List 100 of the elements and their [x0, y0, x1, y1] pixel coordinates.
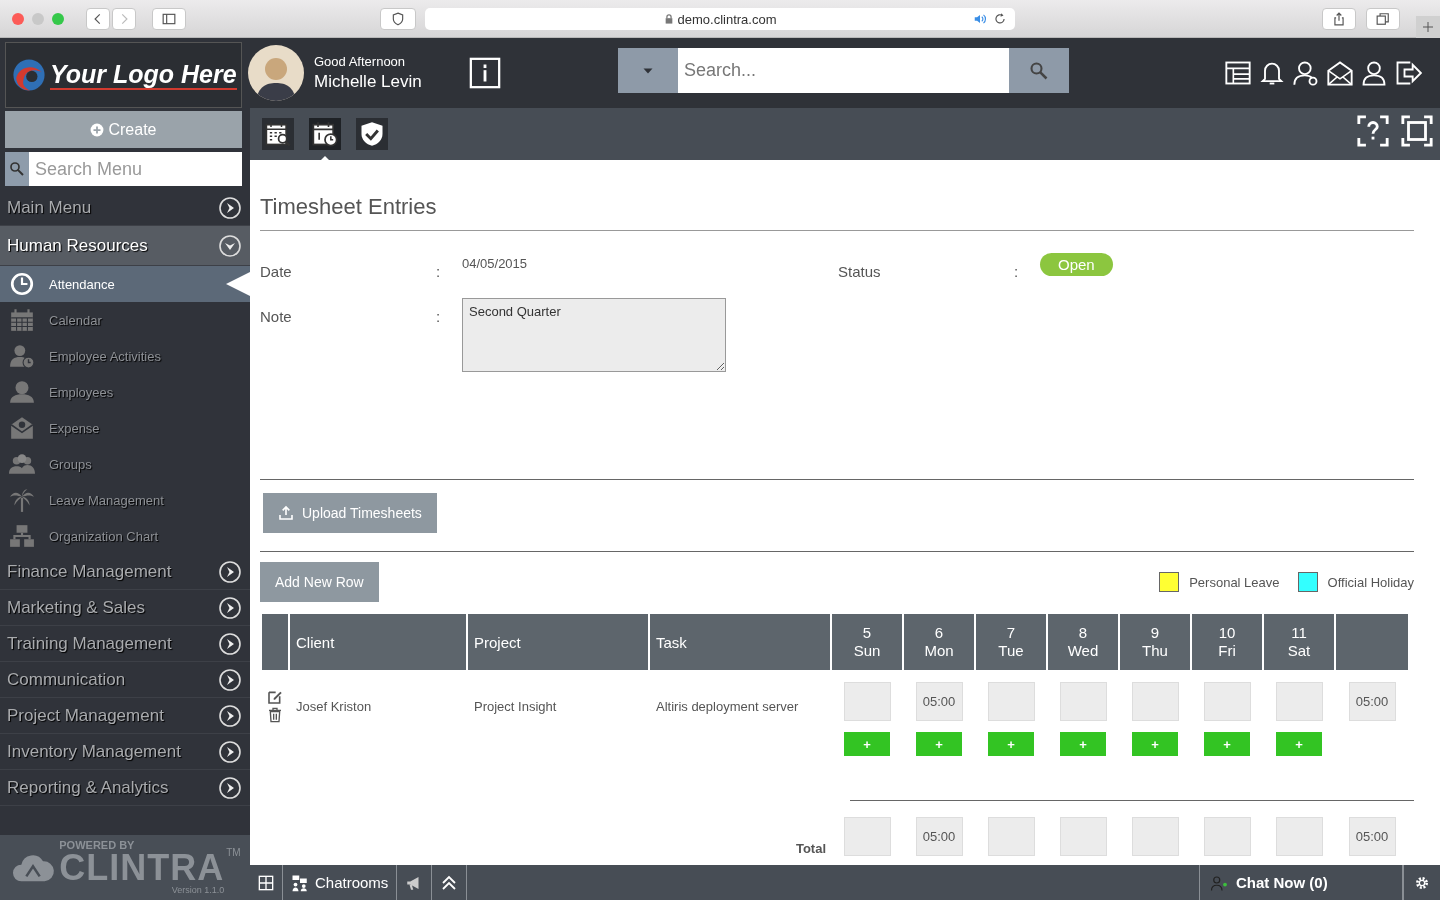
- close-window-button[interactable]: [12, 12, 24, 25]
- hours-field[interactable]: [1059, 682, 1107, 721]
- menu-section[interactable]: Training Management: [0, 626, 250, 662]
- menu-item[interactable]: Leave Management: [0, 482, 250, 518]
- menu-item[interactable]: Calendar: [0, 302, 250, 338]
- total-field[interactable]: [1275, 817, 1323, 856]
- palm-icon: [9, 487, 35, 513]
- avatar: [248, 45, 304, 101]
- field-separator: :: [1014, 262, 1020, 280]
- person-clock-icon: [9, 343, 35, 369]
- chat-people-icon: [291, 873, 309, 892]
- hours-field[interactable]: [1131, 682, 1179, 721]
- menu-item[interactable]: Employee Activities: [0, 338, 250, 374]
- grand-total-field: 05:00: [1348, 817, 1396, 856]
- note-field[interactable]: Second Quarter: [462, 298, 726, 372]
- upload-icon: [278, 505, 294, 521]
- column-header: Client: [290, 614, 466, 670]
- field-separator: :: [436, 307, 442, 327]
- day-header: 9 Thu: [1120, 614, 1190, 670]
- hours-field[interactable]: 05:00: [915, 682, 963, 721]
- chat-now-button[interactable]: Chat Now (0): [1199, 865, 1403, 900]
- upload-timesheets-button[interactable]: Upload Timesheets: [263, 493, 437, 533]
- toolbar-tab[interactable]: [262, 118, 294, 150]
- menu-search-field[interactable]: Search Menu: [29, 152, 242, 186]
- header-cell: [1336, 614, 1408, 670]
- menu-item[interactable]: Groups: [0, 446, 250, 482]
- field-separator: :: [436, 262, 442, 280]
- tabs-button[interactable]: [1366, 8, 1400, 30]
- fullscreen-icon[interactable]: [1400, 114, 1434, 148]
- menu-section[interactable]: Communication: [0, 662, 250, 698]
- total-field[interactable]: [987, 817, 1035, 856]
- menu-section[interactable]: Human Resources: [0, 226, 250, 266]
- toolbar-tab[interactable]: [356, 118, 388, 150]
- trash-icon[interactable]: [267, 707, 283, 723]
- menu-section[interactable]: Marketing & Sales: [0, 590, 250, 626]
- privacy-button[interactable]: [380, 8, 416, 30]
- clock-icon: [9, 271, 35, 297]
- menu-section[interactable]: Finance Management: [0, 554, 250, 590]
- day-header: 11 Sat: [1264, 614, 1334, 670]
- day-header: 8 Wed: [1048, 614, 1118, 670]
- calendar-search-icon: [264, 120, 292, 148]
- search-field[interactable]: Search...: [678, 48, 1009, 93]
- collapse-icon: [218, 233, 242, 258]
- menu-section[interactable]: Inventory Management: [0, 734, 250, 770]
- sidebar-icon: [161, 11, 177, 26]
- total-field[interactable]: [1203, 817, 1251, 856]
- field-label: Date: [260, 262, 293, 280]
- menu-section[interactable]: Reporting & Analytics: [0, 770, 250, 806]
- total-field[interactable]: [1059, 817, 1107, 856]
- day-header: 5 Sun: [832, 614, 902, 670]
- user-name: Michelle Levin: [314, 72, 422, 92]
- total-field[interactable]: 05:00: [915, 817, 963, 856]
- settings-icon: [1414, 874, 1430, 891]
- toolbar-tab[interactable]: [309, 118, 341, 150]
- lock-icon: [663, 13, 674, 25]
- people-icon: [9, 379, 35, 405]
- sidebar-toggle-button[interactable]: [152, 7, 186, 30]
- user-online-icon: [1208, 873, 1230, 892]
- logout-icon[interactable]: [1394, 59, 1422, 87]
- search-button[interactable]: [1009, 48, 1069, 93]
- edit-icon[interactable]: [267, 689, 283, 705]
- share-button[interactable]: [1322, 8, 1356, 30]
- greeting: Good Afternoon: [314, 54, 407, 69]
- user-gear-icon[interactable]: [1292, 59, 1320, 87]
- envelope-icon[interactable]: [1326, 59, 1354, 87]
- table-cell-text: Josef Kriston: [295, 697, 373, 716]
- add-new-row-button[interactable]: Add New Row: [260, 562, 379, 602]
- group-icon: [9, 451, 35, 477]
- menu-item[interactable]: Attendance: [0, 266, 250, 302]
- expand-icon: [218, 595, 242, 620]
- powered-by-footer: POWERED BY CLINTRA Version 1.1.0 TM: [0, 835, 250, 900]
- hours-field[interactable]: [1275, 682, 1323, 721]
- hours-field[interactable]: [1203, 682, 1251, 721]
- hours-field[interactable]: [843, 682, 891, 721]
- legend-label: Personal Leave: [1189, 574, 1280, 590]
- expand-icon: [218, 739, 242, 764]
- layout-icon[interactable]: [1224, 59, 1252, 87]
- chatrooms-button[interactable]: Chatrooms: [283, 865, 398, 900]
- expand-icon: [218, 559, 242, 584]
- expand-icon: [218, 667, 242, 692]
- address-bar[interactable]: demo.clintra.com: [425, 8, 1015, 30]
- menu-item[interactable]: Organization Chart: [0, 518, 250, 554]
- menu-item[interactable]: Expense: [0, 410, 250, 446]
- total-field[interactable]: [843, 817, 891, 856]
- column-header: Project: [468, 614, 648, 670]
- row-total: 05:00: [1348, 682, 1396, 721]
- hours-field[interactable]: [987, 682, 1035, 721]
- menu-item[interactable]: Employees: [0, 374, 250, 410]
- search-icon: [1029, 60, 1049, 81]
- total-field[interactable]: [1131, 817, 1179, 856]
- calendar-icon: [9, 307, 35, 333]
- speaker-icon: [973, 12, 987, 26]
- header-cell: [262, 614, 288, 670]
- menu-section[interactable]: Project Management: [0, 698, 250, 734]
- day-header: 7 Tue: [976, 614, 1046, 670]
- date-value: 04/05/2015: [462, 255, 529, 273]
- user-icon[interactable]: [1360, 59, 1388, 87]
- info-icon[interactable]: [467, 56, 502, 90]
- logo[interactable]: Your Logo Here: [5, 42, 242, 108]
- help-icon[interactable]: [1356, 114, 1390, 148]
